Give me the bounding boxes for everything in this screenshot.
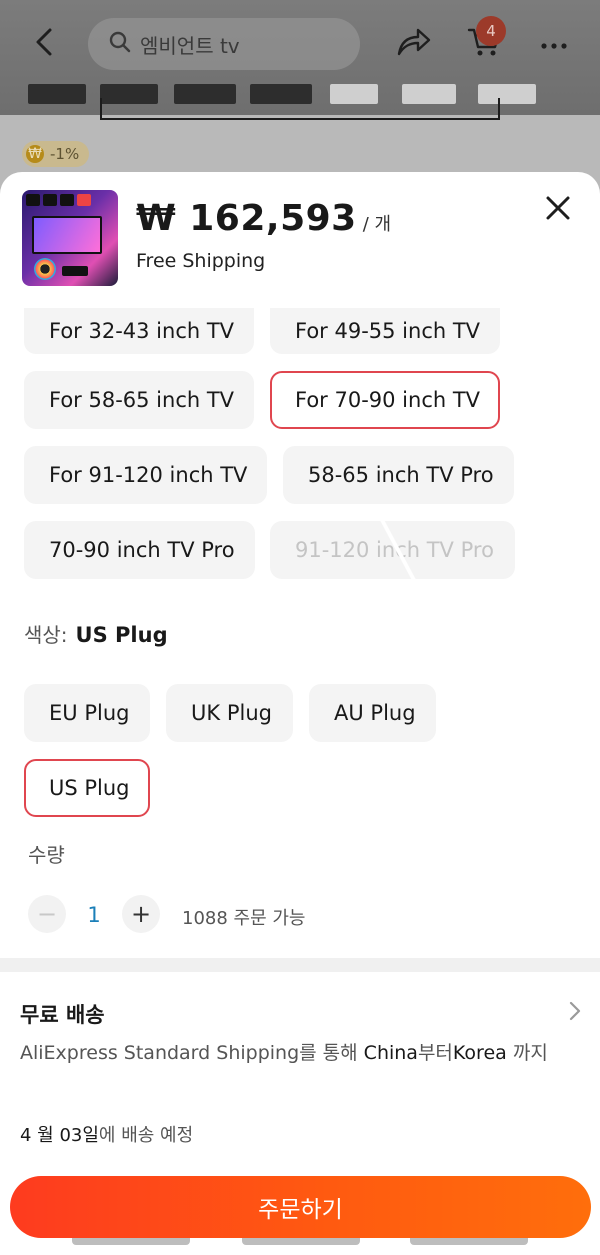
share-button[interactable]: [392, 22, 436, 66]
chevron-left-icon: [32, 27, 56, 61]
shipping-details-button[interactable]: [562, 1000, 588, 1026]
section-divider: [0, 958, 600, 972]
sold-out-slash: [370, 521, 426, 579]
search-placeholder: 엠비언트 tv: [140, 33, 240, 58]
more-options-button[interactable]: [532, 22, 576, 66]
top-navigation-bar: 엠비언트 tv 4: [0, 0, 600, 90]
close-button[interactable]: [538, 190, 578, 230]
plug-option-chip[interactable]: AU Plug: [309, 684, 436, 742]
discount-badge: ₩ -1%: [22, 141, 90, 167]
plug-option-chip[interactable]: UK Plug: [166, 684, 293, 742]
chevron-right-icon: [569, 1001, 581, 1025]
product-price: ₩ 162,593: [136, 198, 357, 239]
size-option-chip-selected[interactable]: For 70-90 inch TV: [270, 371, 500, 429]
thumbnail-strip-frame: [100, 98, 500, 120]
estimated-delivery: 4 월 03일에 배송 예정: [20, 1125, 194, 1146]
size-option-chip[interactable]: 58-65 inch TV Pro: [283, 446, 514, 504]
search-input[interactable]: 엠비언트 tv: [88, 18, 360, 70]
quantity-label: 수량: [28, 843, 65, 867]
origin-country: China: [363, 1042, 418, 1064]
close-icon: [545, 195, 571, 225]
selected-color-value: US Plug: [75, 623, 168, 647]
price-unit: / 개: [362, 214, 392, 235]
size-option-label: 58-65 inch TV Pro: [308, 463, 494, 487]
coin-icon: ₩: [26, 145, 44, 163]
size-option-chip-sold-out[interactable]: 91-120 inch TV Pro: [270, 521, 515, 579]
size-option-chip[interactable]: For 58-65 inch TV: [24, 371, 254, 429]
size-option-chip[interactable]: 70-90 inch TV Pro: [24, 521, 255, 579]
search-icon: [108, 30, 132, 59]
discount-text: -1%: [50, 145, 80, 163]
quantity-value[interactable]: 1: [80, 903, 108, 927]
size-option-label: For 58-65 inch TV: [49, 388, 235, 412]
size-option-label: For 32-43 inch TV: [49, 319, 235, 343]
share-arrow-icon: [396, 27, 432, 61]
size-option-label: For 70-90 inch TV: [295, 388, 481, 412]
delivery-date: 4 월 03일: [20, 1125, 99, 1146]
plug-option-label: AU Plug: [334, 701, 416, 725]
size-option-chip[interactable]: For 91-120 inch TV: [24, 446, 267, 504]
size-option-chip[interactable]: For 32-43 inch TV: [24, 308, 254, 354]
color-label-text: 색상:: [24, 623, 68, 647]
free-shipping-note: Free Shipping: [136, 250, 266, 272]
product-thumbnail: [22, 190, 118, 286]
plug-option-chip[interactable]: EU Plug: [24, 684, 150, 742]
back-button[interactable]: [22, 22, 66, 66]
size-option-chip[interactable]: For 49-55 inch TV: [270, 308, 500, 354]
bottom-indicator: [242, 1238, 360, 1245]
quantity-decrease-button[interactable]: −: [28, 895, 66, 933]
destination-country: Korea: [452, 1042, 507, 1064]
cart-count-badge: 4: [476, 16, 506, 46]
shipping-title[interactable]: 무료 배송: [20, 999, 105, 1029]
size-option-label: For 91-120 inch TV: [49, 463, 248, 487]
sku-selection-sheet: ₩ 162,593 / 개 Free Shipping For 32-43 in…: [0, 172, 600, 1255]
size-option-label: 70-90 inch TV Pro: [49, 538, 235, 562]
quantity-increase-button[interactable]: +: [122, 895, 160, 933]
plug-option-label: US Plug: [49, 776, 130, 800]
order-now-button[interactable]: 주문하기: [10, 1176, 591, 1238]
bottom-indicator: [410, 1238, 528, 1245]
plug-option-chip-selected[interactable]: US Plug: [24, 759, 150, 817]
plug-option-label: UK Plug: [191, 701, 272, 725]
color-selection-label: 색상: US Plug: [24, 619, 168, 648]
plug-option-label: EU Plug: [49, 701, 130, 725]
size-option-label: For 49-55 inch TV: [295, 319, 481, 343]
price-row: ₩ 162,593 / 개: [136, 198, 391, 239]
available-stock-text: 1088 주문 가능: [182, 908, 306, 929]
shipping-description: AliExpress Standard Shipping를 통해 China부터…: [20, 1042, 548, 1064]
more-dots-icon: [540, 35, 568, 54]
bottom-indicator: [72, 1238, 190, 1245]
